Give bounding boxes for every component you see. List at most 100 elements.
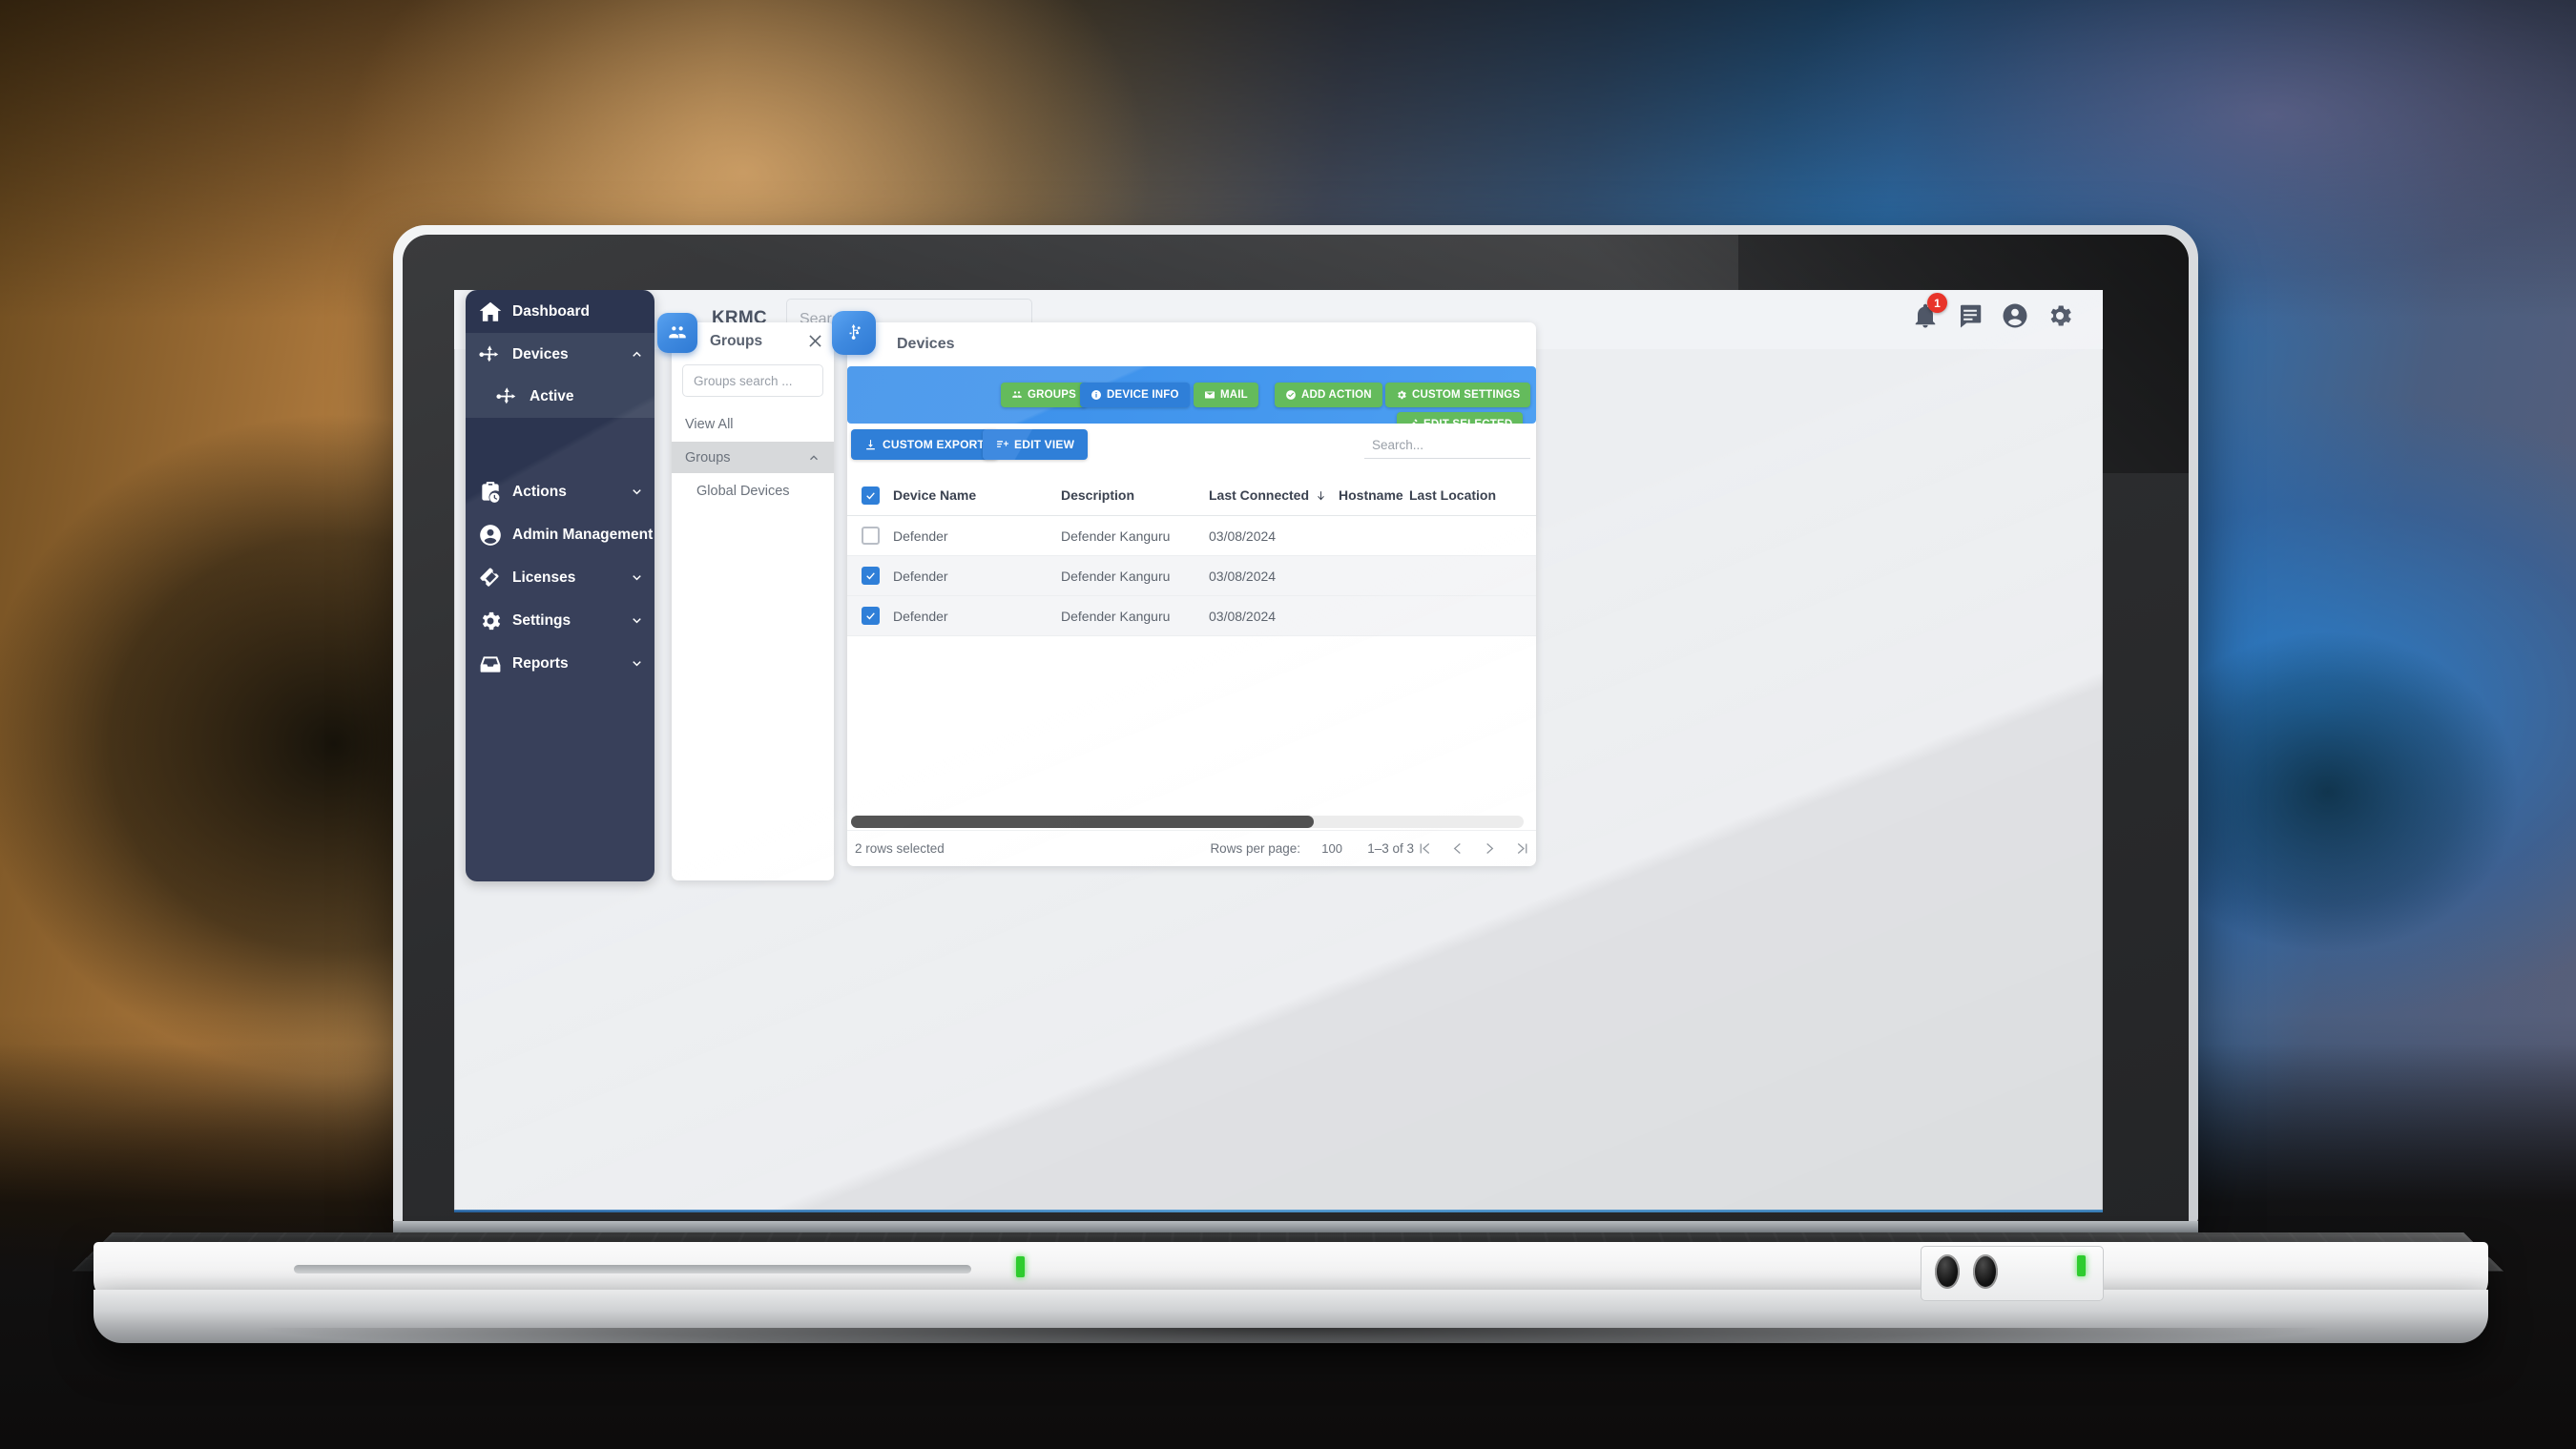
- sidebar-label-reports: Reports: [512, 654, 569, 672]
- row-checkbox[interactable]: [861, 567, 880, 585]
- bell-icon[interactable]: 1: [1911, 293, 1947, 330]
- select-all-checkbox[interactable]: [861, 486, 880, 505]
- table-footer: 2 rows selected Rows per page: 100 1–3 o…: [847, 830, 1536, 866]
- cell-device-name: Defender: [893, 568, 948, 584]
- rows-selected-status: 2 rows selected: [855, 841, 945, 856]
- chevron-up-icon: [630, 347, 644, 362]
- table-toolbar: CUSTOM EXPORT EDIT VIEW: [847, 429, 1541, 471]
- usb-icon: [832, 311, 876, 355]
- column-header-device-name[interactable]: Device Name: [893, 487, 1061, 503]
- table-search-input[interactable]: [1372, 438, 1541, 452]
- sidebar-item-actions[interactable]: Actions: [466, 470, 654, 513]
- sidebar-item-dashboard[interactable]: Dashboard: [466, 290, 654, 333]
- messages-icon[interactable]: [1956, 301, 1984, 330]
- pagination-controls: [1417, 840, 1530, 857]
- sidebar-nav: Dashboard Devices Active Actions Admin M…: [466, 290, 654, 881]
- krmc-web-app: KRMC 1: [454, 290, 2103, 1211]
- groups-item-global-devices[interactable]: Global Devices: [672, 475, 834, 507]
- sidebar-label-settings: Settings: [512, 611, 571, 629]
- chevron-down-icon: [630, 656, 644, 671]
- prev-page-icon[interactable]: [1449, 840, 1465, 857]
- laptop-mockup: KRMC 1: [0, 0, 2576, 1449]
- devices-card: Devices GROUPS DEVICE INFO MAIL ADD ACTI…: [832, 311, 1541, 866]
- scene: KRMC 1: [0, 0, 2576, 1449]
- scrollbar-thumb[interactable]: [851, 816, 1314, 828]
- table-row[interactable]: Defender Defender Kanguru 03/08/2024: [847, 596, 1536, 636]
- columns-add-icon: [997, 440, 1008, 447]
- clipboard-clock-icon: [478, 480, 503, 505]
- account-icon[interactable]: [2001, 301, 2029, 330]
- audio-jack: [1935, 1254, 1960, 1289]
- check-circle-icon: [1286, 390, 1296, 400]
- cell-description: Defender Kanguru: [1061, 568, 1171, 584]
- rows-per-page-value[interactable]: 100: [1321, 841, 1342, 856]
- cell-description: Defender Kanguru: [1061, 528, 1171, 544]
- column-header-description[interactable]: Description: [1061, 487, 1209, 503]
- next-page-icon[interactable]: [1482, 840, 1498, 857]
- home-icon: [478, 300, 503, 324]
- table-search-wrapper: [1364, 432, 1541, 459]
- sidebar-label-active: Active: [530, 388, 574, 404]
- add-action-button-label: ADD ACTION: [1301, 389, 1372, 401]
- first-page-icon[interactable]: [1417, 840, 1433, 857]
- sidebar-item-reports[interactable]: Reports: [466, 642, 654, 685]
- custom-export-button[interactable]: CUSTOM EXPORT: [851, 429, 999, 460]
- device-info-button[interactable]: DEVICE INFO: [1080, 383, 1190, 407]
- sidebar-item-settings[interactable]: Settings: [466, 599, 654, 642]
- chevron-down-icon: [630, 570, 644, 585]
- column-header-last-connected[interactable]: Last Connected: [1209, 487, 1339, 503]
- sidebar-label-actions: Actions: [512, 483, 567, 500]
- mail-button-label: MAIL: [1220, 389, 1248, 401]
- row-select-cell: [847, 527, 893, 545]
- column-header-last-location[interactable]: Last Location: [1409, 487, 1524, 503]
- groups-item-label: Groups: [685, 449, 731, 466]
- cell-last-connected: 03/08/2024: [1209, 608, 1277, 624]
- topbar-icons: 1: [1911, 293, 2074, 330]
- sidebar-label-admin-management: Admin Management: [512, 526, 654, 543]
- table-row[interactable]: Defender Defender Kanguru 03/08/2024: [847, 516, 1536, 556]
- groups-button[interactable]: GROUPS: [1001, 383, 1088, 407]
- edit-view-button[interactable]: EDIT VIEW: [983, 429, 1089, 460]
- sidebar-label-devices: Devices: [512, 345, 569, 362]
- groups-item-groups[interactable]: Groups: [672, 442, 834, 473]
- ticket-icon: [478, 566, 503, 590]
- arrow-down-icon: [1315, 489, 1327, 502]
- custom-settings-button-label: CUSTOM SETTINGS: [1412, 389, 1521, 401]
- custom-settings-button[interactable]: CUSTOM SETTINGS: [1385, 383, 1531, 407]
- rows-per-page-label: Rows per page:: [1210, 841, 1300, 856]
- row-select-cell: [847, 567, 893, 585]
- table-row[interactable]: Defender Defender Kanguru 03/08/2024: [847, 556, 1536, 596]
- table-horizontal-scrollbar[interactable]: [851, 816, 1524, 828]
- sidebar-item-active[interactable]: Active: [466, 376, 654, 418]
- close-icon[interactable]: [806, 332, 824, 350]
- laptop-screen: KRMC 1: [454, 290, 2103, 1211]
- gear-icon: [1398, 390, 1406, 400]
- status-led-right: [2077, 1255, 2086, 1276]
- groups-item-view-all[interactable]: View All: [672, 408, 834, 440]
- screen-bottom-accent: [454, 1210, 2103, 1212]
- add-action-button[interactable]: ADD ACTION: [1275, 383, 1382, 407]
- sidebar-item-admin-management[interactable]: Admin Management: [466, 513, 654, 556]
- column-header-hostname[interactable]: Hostname: [1339, 487, 1409, 503]
- sidebar-item-licenses[interactable]: Licenses: [466, 556, 654, 599]
- groups-panel-title: Groups: [710, 333, 763, 349]
- sidebar-item-devices[interactable]: Devices: [466, 333, 654, 376]
- sidebar-label-dashboard: Dashboard: [512, 302, 590, 320]
- groups-search-input[interactable]: [682, 364, 823, 397]
- groups-panel: Groups View All Groups: [657, 313, 834, 880]
- mail-button[interactable]: MAIL: [1194, 383, 1258, 407]
- last-page-icon[interactable]: [1514, 840, 1530, 857]
- download-icon: [866, 439, 875, 449]
- edit-selected-button-label: EDIT SELECTED: [1423, 419, 1512, 424]
- row-checkbox[interactable]: [861, 607, 880, 625]
- pencil-icon: [1412, 419, 1418, 424]
- status-led-left: [1016, 1256, 1025, 1277]
- row-checkbox[interactable]: [861, 527, 880, 545]
- groups-item-label: Global Devices: [696, 483, 790, 499]
- edit-selected-button[interactable]: EDIT SELECTED: [1397, 412, 1524, 424]
- gear-icon[interactable]: [2046, 301, 2074, 330]
- inbox-icon: [478, 652, 503, 676]
- cell-description: Defender Kanguru: [1061, 608, 1171, 624]
- edit-view-label: EDIT VIEW: [1014, 438, 1075, 451]
